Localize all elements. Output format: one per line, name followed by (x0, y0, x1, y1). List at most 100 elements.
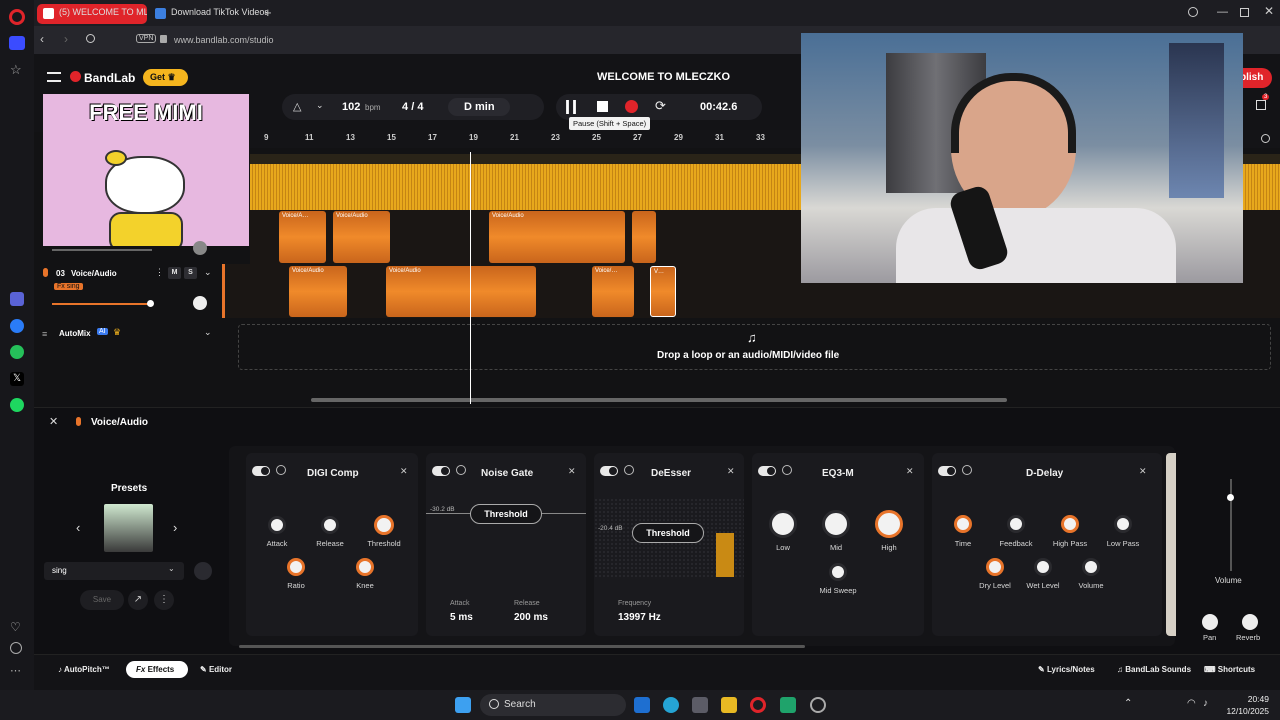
close-effect-icon[interactable]: ✕ (568, 466, 576, 477)
save-button[interactable]: Save (80, 590, 124, 610)
release-knob[interactable] (321, 516, 339, 534)
audio-clip[interactable]: Voice/Audio (386, 266, 536, 317)
heart-icon[interactable]: ♡ (10, 620, 21, 634)
mute-button[interactable]: M (168, 267, 181, 279)
close-effect-icon[interactable]: ✕ (1139, 466, 1147, 477)
preset-next-icon[interactable]: › (173, 520, 177, 535)
bpm-value[interactable]: 102 (342, 101, 360, 113)
pan-knob[interactable] (1202, 614, 1218, 630)
info-icon[interactable] (456, 465, 466, 475)
info-icon[interactable] (624, 465, 634, 475)
threshold-knob[interactable] (374, 515, 394, 535)
info-icon[interactable] (782, 465, 792, 475)
d-delay-toggle[interactable] (938, 466, 956, 476)
more-options-icon[interactable]: ⋮ (154, 590, 174, 610)
eq3m-toggle[interactable] (758, 466, 776, 476)
low-pass-knob[interactable] (1114, 515, 1132, 533)
audio-clip[interactable]: Voice/A… (279, 211, 326, 263)
chevron-down-icon[interactable]: ⌄ (204, 327, 212, 338)
feedback-knob[interactable] (1007, 515, 1025, 533)
zoom-icon[interactable] (1261, 134, 1270, 143)
reload-icon[interactable] (86, 34, 95, 43)
clock-date[interactable]: 12/10/2025 (1221, 706, 1269, 716)
close-fx-panel-icon[interactable]: ✕ (49, 415, 58, 428)
lyrics-notes-button[interactable]: ✎ Lyrics/Notes (1038, 665, 1095, 674)
url-text[interactable]: www.bandlab.com/studio (174, 35, 274, 45)
master-volume-handle[interactable] (1227, 494, 1234, 501)
shortcuts-button[interactable]: ⌨ Shortcuts (1204, 665, 1255, 674)
opera-logo-icon[interactable] (9, 9, 25, 25)
solo-button[interactable]: S (184, 267, 197, 279)
track-name[interactable]: Voice/Audio (71, 269, 117, 278)
time-knob[interactable] (954, 515, 972, 533)
star-icon[interactable]: ☆ (10, 62, 22, 78)
windows-start-icon[interactable] (455, 697, 471, 713)
dry-level-knob[interactable] (986, 558, 1004, 576)
tab-tiktok[interactable]: Download TikTok Videos (149, 4, 267, 24)
app-gear-icon[interactable] (810, 697, 826, 713)
new-tab-button[interactable]: + (264, 5, 272, 20)
knee-knob[interactable] (356, 558, 374, 576)
threshold-handle[interactable]: Threshold (470, 504, 542, 524)
close-effect-icon[interactable]: ✕ (727, 466, 735, 477)
track-menu-icon[interactable]: ⋮ (155, 267, 164, 278)
aria-icon[interactable] (10, 292, 24, 306)
search-icon[interactable] (1188, 7, 1198, 17)
gift-icon[interactable] (1256, 100, 1266, 110)
stop-button[interactable] (597, 101, 608, 112)
attack-value[interactable]: 5 ms (450, 612, 473, 623)
close-window-button[interactable]: ✕ (1264, 4, 1274, 18)
volume-handle[interactable] (147, 300, 154, 307)
close-effect-icon[interactable]: ✕ (906, 466, 914, 477)
tray-chevron-icon[interactable]: ⌃ (1124, 698, 1132, 709)
tab-active[interactable]: (5) WELCOME TO MLE… (37, 4, 147, 24)
next-effect-card[interactable] (1166, 453, 1176, 636)
delay-volume-knob[interactable] (1082, 558, 1100, 576)
digi-comp-toggle[interactable] (252, 466, 270, 476)
editor-tab[interactable]: ✎ Editor (200, 665, 232, 674)
master-volume-slider[interactable] (1230, 479, 1232, 571)
audio-clip[interactable]: Voice/Audio (489, 211, 625, 263)
wet-level-knob[interactable] (1034, 558, 1052, 576)
ratio-knob[interactable] (287, 558, 305, 576)
reverb-knob[interactable] (1242, 614, 1258, 630)
bypass-fx-button[interactable] (194, 562, 212, 580)
preset-thumbnail[interactable] (104, 504, 153, 552)
fx-rack-scrollbar[interactable] (239, 645, 805, 648)
automix-label[interactable]: AutoMix (59, 329, 91, 338)
mid-knob[interactable] (822, 510, 850, 538)
get-button[interactable]: Get ♛ (143, 69, 188, 86)
x-icon[interactable]: 𝕏 (10, 372, 24, 386)
audio-clip[interactable] (632, 211, 656, 263)
close-effect-icon[interactable]: ✕ (400, 466, 408, 477)
home-icon[interactable] (9, 36, 25, 50)
bandlab-sounds-button[interactable]: ♫ BandLab Sounds (1117, 665, 1191, 674)
project-title[interactable]: WELCOME TO MLECZKO (597, 71, 730, 83)
history-icon[interactable] (10, 642, 22, 654)
spotify-icon[interactable] (10, 398, 24, 412)
taskbar-search[interactable]: Search (480, 694, 626, 716)
chevron-down-icon[interactable]: ⌄ (316, 100, 324, 111)
edge-icon[interactable] (663, 697, 679, 713)
outlook-icon[interactable] (634, 697, 650, 713)
fx-badge[interactable]: Fx sing (54, 283, 83, 290)
track-2-pan-knob[interactable] (193, 241, 207, 255)
attack-knob[interactable] (268, 516, 286, 534)
info-icon[interactable] (276, 465, 286, 475)
loop-icon[interactable]: ⟳ (655, 98, 666, 114)
audio-clip[interactable]: Voice/Audio (333, 211, 390, 263)
horizontal-scrollbar[interactable] (311, 398, 1007, 402)
share-icon[interactable]: ↗ (128, 590, 148, 610)
clock-time[interactable]: 20:49 (1221, 694, 1269, 704)
noise-gate-toggle[interactable] (432, 466, 450, 476)
info-icon[interactable] (962, 465, 972, 475)
high-pass-knob[interactable] (1061, 515, 1079, 533)
playhead[interactable] (470, 152, 471, 404)
mid-sweep-knob[interactable] (829, 563, 847, 581)
audio-clip[interactable]: Voice/Audio (289, 266, 347, 317)
opera-taskbar-icon[interactable] (750, 697, 766, 713)
preset-prev-icon[interactable]: ‹ (76, 520, 80, 535)
vpn-badge[interactable]: VPN (136, 34, 157, 43)
audio-clip-selected[interactable]: V… (650, 266, 676, 317)
high-knob[interactable] (875, 510, 903, 538)
